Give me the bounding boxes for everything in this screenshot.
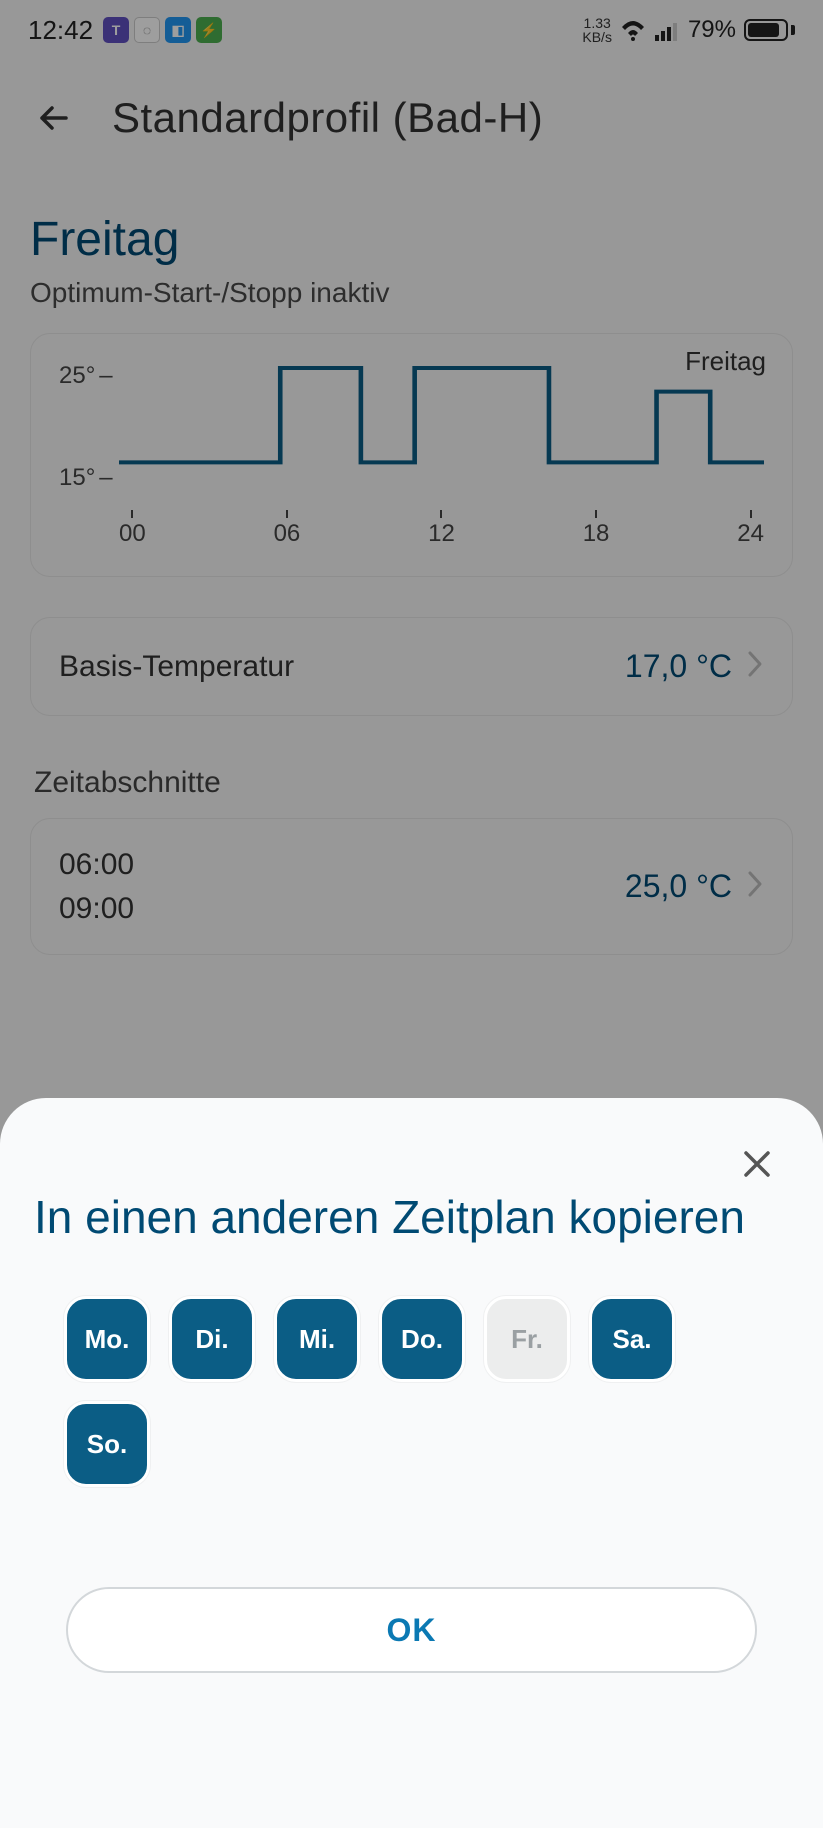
day-chip-mi[interactable]: Mi. bbox=[274, 1296, 360, 1382]
copy-schedule-sheet: In einen anderen Zeitplan kopieren Mo.Di… bbox=[0, 1098, 823, 1828]
close-icon bbox=[740, 1147, 774, 1181]
day-chip-fr: Fr. bbox=[484, 1296, 570, 1382]
day-chip-di[interactable]: Di. bbox=[169, 1296, 255, 1382]
day-chip-so[interactable]: So. bbox=[64, 1401, 150, 1487]
day-chip-sa[interactable]: Sa. bbox=[589, 1296, 675, 1382]
ok-button[interactable]: OK bbox=[66, 1587, 757, 1673]
close-button[interactable] bbox=[735, 1142, 779, 1186]
sheet-title: In einen anderen Zeitplan kopieren bbox=[34, 1186, 789, 1248]
day-chip-mo[interactable]: Mo. bbox=[64, 1296, 150, 1382]
day-selector-grid: Mo.Di.Mi.Do.Fr.Sa. So. bbox=[34, 1296, 789, 1487]
day-chip-do[interactable]: Do. bbox=[379, 1296, 465, 1382]
